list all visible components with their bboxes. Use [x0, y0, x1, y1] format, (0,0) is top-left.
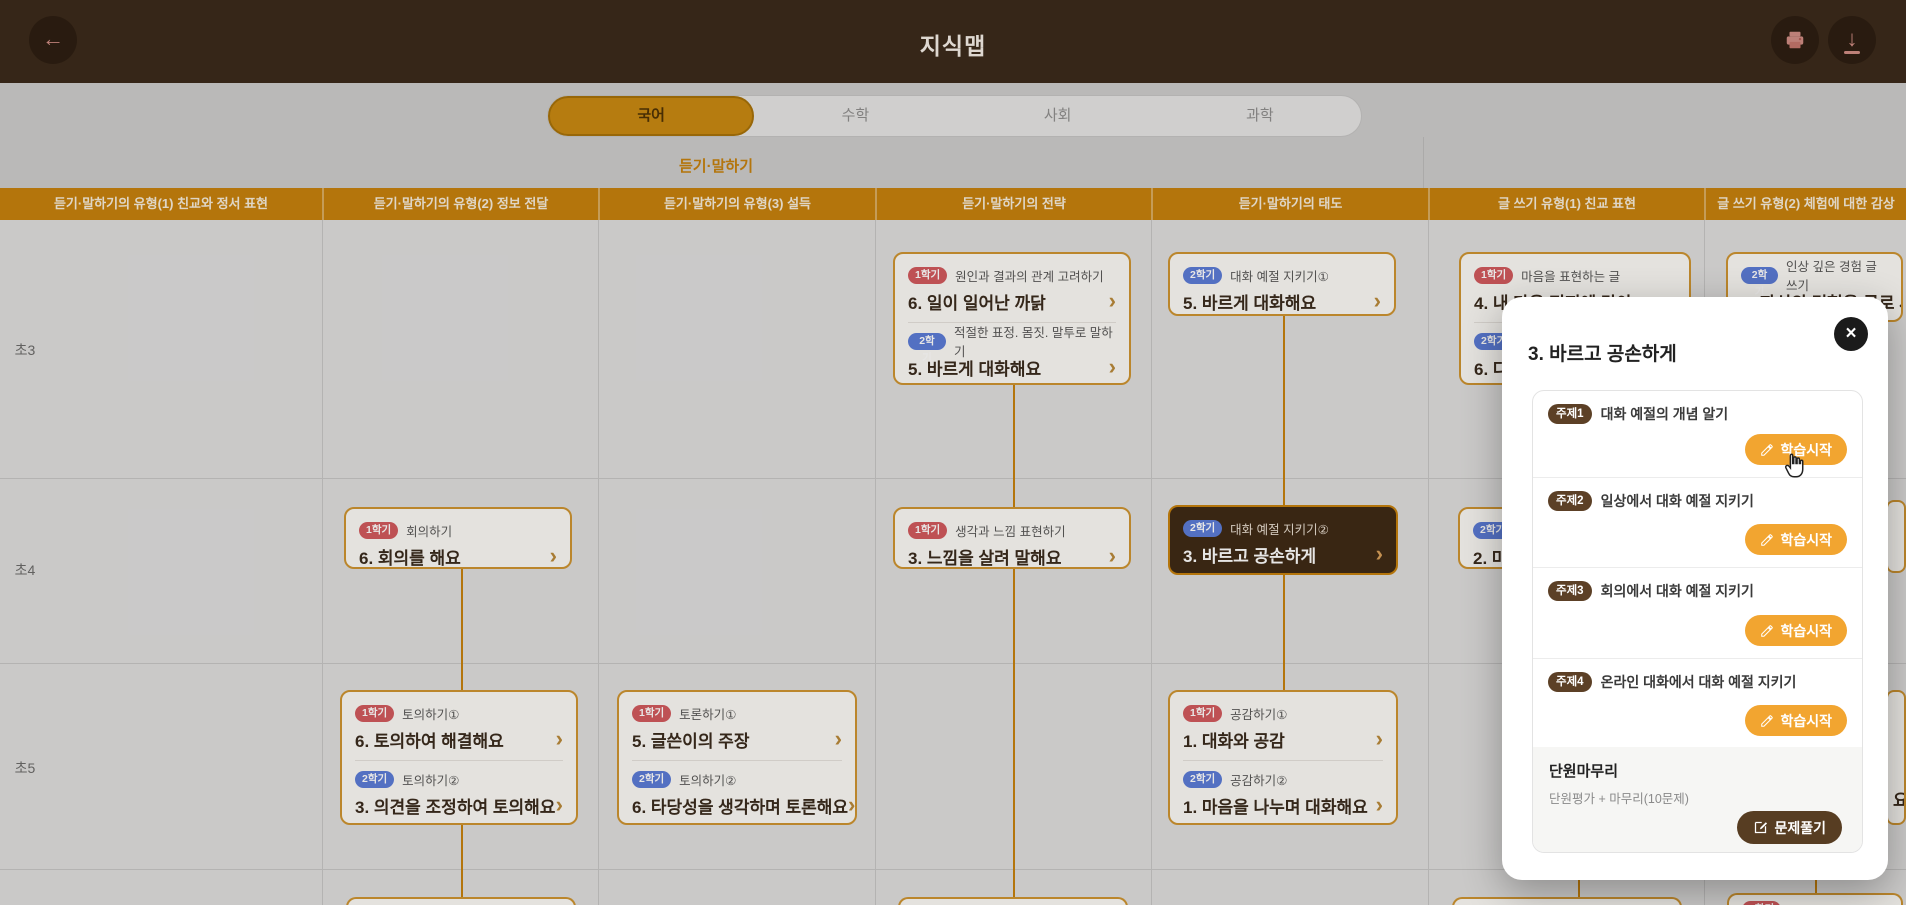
unit-detail-modal: × 3. 바르고 공손하게 주제1 대화 예절의 개념 알기 학습시작 주제2 …	[1502, 297, 1888, 880]
topic-badge: 주제1	[1548, 404, 1592, 424]
topic-row: 주제3 회의에서 대화 예절 지키기 학습시작	[1533, 568, 1862, 659]
knowledge-map-page: 듣기·말하기 듣기·말하기의 유형(1) 친교와 정서 표현 듣기·말하기의 유…	[0, 0, 1906, 905]
start-learning-label: 학습시작	[1780, 711, 1832, 731]
summary-title: 단원마무리	[1549, 760, 1846, 781]
topic-badge: 주제2	[1548, 491, 1592, 511]
summary-description: 단원평가 + 마무리(10문제)	[1549, 788, 1846, 807]
solve-problems-label: 문제풀기	[1774, 818, 1826, 838]
topic-badge: 주제3	[1548, 581, 1592, 601]
start-learning-button[interactable]: 학습시작	[1745, 705, 1847, 736]
topic-list: 주제1 대화 예절의 개념 알기 학습시작 주제2 일상에서 대화 예절 지키기…	[1532, 390, 1863, 853]
solve-problems-button[interactable]: 문제풀기	[1737, 811, 1842, 844]
topic-label: 온라인 대화에서 대화 예절 지키기	[1601, 672, 1797, 692]
pencil-icon	[1760, 714, 1774, 728]
topic-row: 주제1 대화 예절의 개념 알기 학습시작	[1533, 391, 1862, 478]
start-learning-button[interactable]: 학습시작	[1745, 615, 1847, 646]
topic-label: 일상에서 대화 예절 지키기	[1601, 491, 1754, 511]
mouse-cursor	[1781, 452, 1809, 482]
topic-label: 회의에서 대화 예절 지키기	[1601, 581, 1754, 601]
start-learning-label: 학습시작	[1780, 530, 1832, 550]
topic-badge: 주제4	[1548, 672, 1592, 692]
pencil-icon	[1760, 624, 1774, 638]
pencil-icon	[1760, 443, 1774, 457]
unit-summary-section: 단원마무리 단원평가 + 마무리(10문제) 문제풀기	[1533, 747, 1862, 852]
start-learning-button[interactable]: 학습시작	[1745, 524, 1847, 555]
topic-row: 주제4 온라인 대화에서 대화 예절 지키기 학습시작	[1533, 659, 1862, 749]
topic-label: 대화 예절의 개념 알기	[1601, 404, 1729, 424]
memo-pencil-icon	[1753, 820, 1768, 835]
pencil-icon	[1760, 533, 1774, 547]
start-learning-label: 학습시작	[1780, 621, 1832, 641]
modal-title: 3. 바르고 공손하게	[1528, 339, 1677, 366]
topic-row: 주제2 일상에서 대화 예절 지키기 학습시작	[1533, 478, 1862, 568]
close-button[interactable]: ×	[1834, 317, 1868, 351]
